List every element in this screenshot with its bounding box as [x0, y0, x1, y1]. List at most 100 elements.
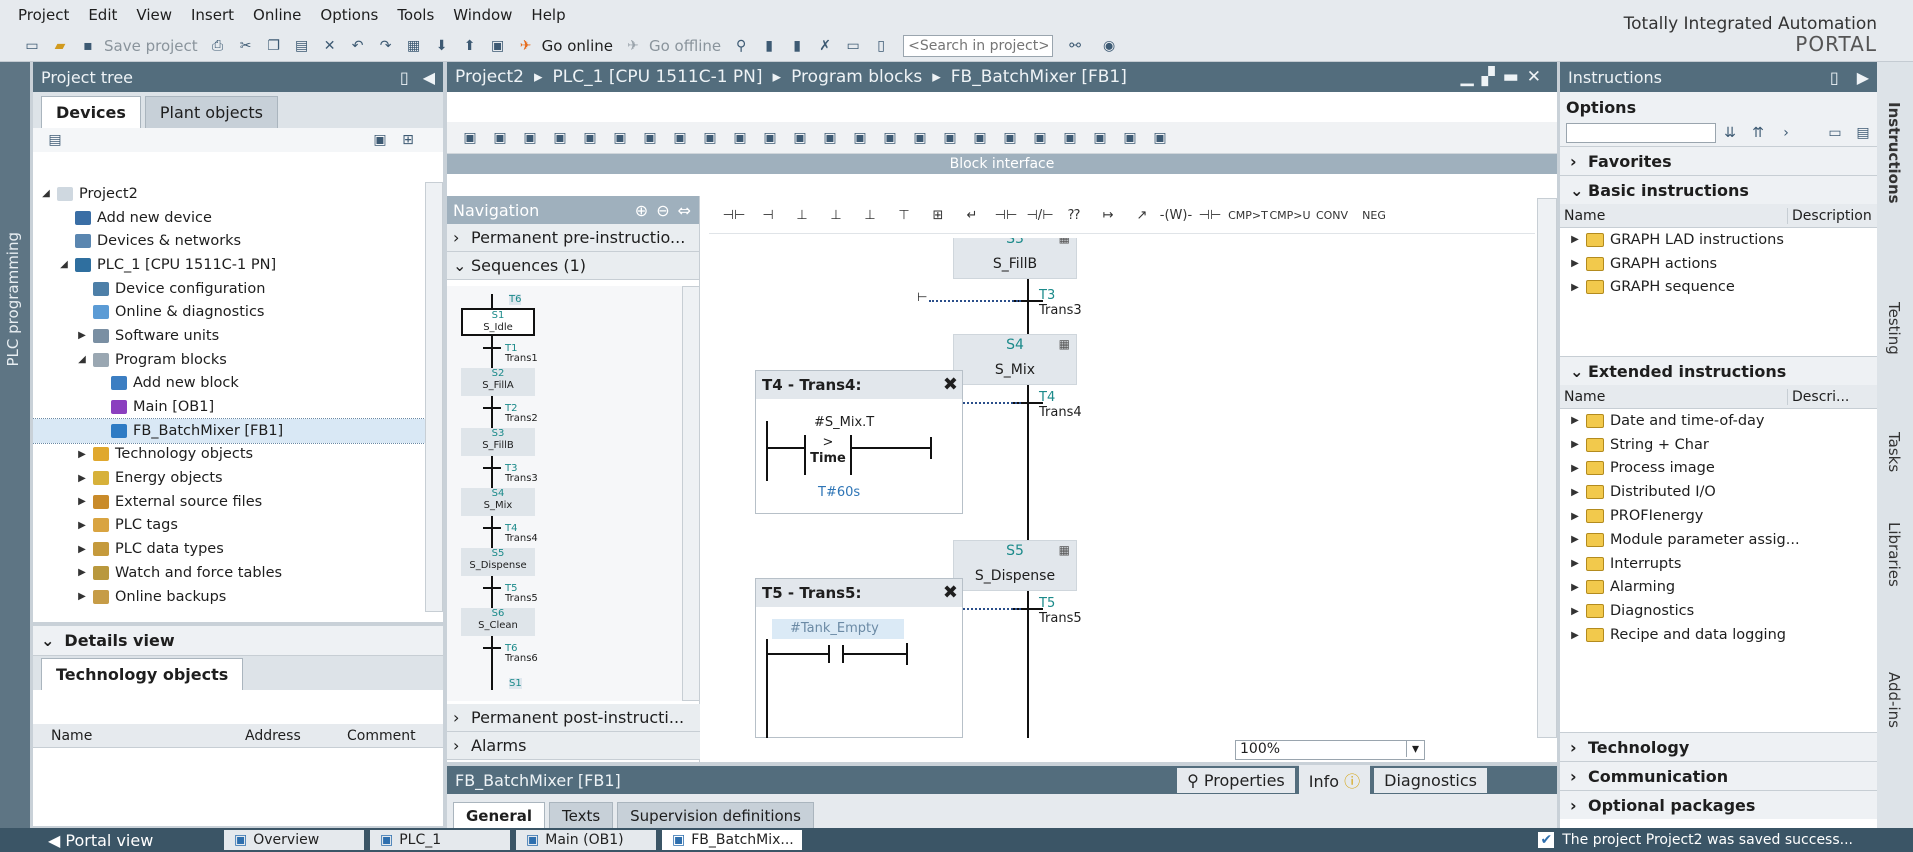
monitor-icon[interactable]: ▣ [1031, 129, 1049, 147]
nav-step[interactable]: S4 S_Mix [461, 488, 535, 516]
negated-contact-icon[interactable]: ⊣/⊢ [1023, 208, 1057, 223]
nav-transition[interactable]: T4 Trans4 [483, 524, 538, 544]
tree-item[interactable]: Add new block [33, 372, 425, 396]
instruction-folder[interactable]: ▶ PROFIenergy [1560, 504, 1877, 528]
ext-col-name[interactable]: Name [1560, 388, 1788, 405]
cross-reference-icon[interactable]: ✗ [816, 37, 834, 55]
compare-operand[interactable]: #S_Mix.T [814, 415, 874, 430]
wait-icon[interactable]: -(W)- [1159, 208, 1193, 223]
basic-col-desc[interactable]: Description [1788, 208, 1872, 224]
jump-icon[interactable]: ↦ [1091, 208, 1125, 223]
project-search-input[interactable] [903, 34, 1054, 57]
menu-view[interactable]: View [136, 6, 172, 24]
stop-icon[interactable]: ▣ [761, 129, 779, 147]
canvas-scrollbar[interactable] [1537, 198, 1557, 738]
menu-tools[interactable]: Tools [397, 6, 434, 24]
transition-label[interactable]: T5 Trans5 [1039, 596, 1082, 626]
menu-options[interactable]: Options [320, 6, 378, 24]
collapsed-icon[interactable]: ▶ [1568, 258, 1582, 269]
ext-col-desc[interactable]: Descri... [1788, 389, 1849, 405]
nav-permanent-post[interactable]: › Permanent post-instructi... [447, 704, 700, 732]
upload-icon[interactable]: ⬆ [461, 37, 479, 55]
nav-transition[interactable]: T5 Trans5 [483, 584, 538, 604]
pin-icon[interactable]: ▯ [1830, 68, 1839, 87]
instruction-folder[interactable]: ▶ Recipe and data logging [1560, 623, 1877, 647]
go-offline-button[interactable]: Go offline [649, 37, 721, 55]
col-comment[interactable]: Comment [341, 728, 416, 744]
nav-alarms[interactable]: › Alarms [447, 732, 700, 760]
nav-step[interactable]: S5 S_Dispense [461, 548, 535, 576]
unknown-box-icon[interactable]: ⁇ [1057, 208, 1091, 223]
grid-icon[interactable]: ▦ [1059, 543, 1070, 557]
menu-insert[interactable]: Insert [191, 6, 234, 24]
empty-box-icon[interactable]: ⊥ [785, 208, 819, 223]
close-window-icon[interactable]: ✖ [943, 371, 958, 399]
tab-devices[interactable]: Devices [41, 96, 141, 128]
collapsed-icon[interactable]: ▶ [1568, 630, 1582, 641]
breadcrumb-item[interactable]: Project2 [455, 67, 524, 87]
breadcrumb-item[interactable]: PLC_1 [CPU 1511C-1 PN] [553, 67, 763, 87]
save-project-button[interactable]: Save project [104, 37, 198, 55]
tab-general[interactable]: General [453, 802, 545, 829]
glasses-icon[interactable]: ▣ [1151, 129, 1169, 147]
add-icon[interactable]: ⊞ [399, 131, 417, 149]
tree-item[interactable]: ▶ Software units [33, 324, 425, 348]
download-icon[interactable]: ⬇ [433, 37, 451, 55]
communication-section[interactable]: › Communication [1560, 761, 1877, 790]
redo-icon[interactable]: ↷ [377, 37, 395, 55]
info-tab[interactable]: Info ⓘ [1298, 765, 1371, 795]
collapse-icon[interactable]: ▣ [941, 129, 959, 147]
tree-item[interactable]: Main [OB1] [33, 395, 425, 419]
optional-packages-section[interactable]: › Optional packages [1560, 790, 1877, 819]
download-icon[interactable]: ▣ [1091, 129, 1109, 147]
contact-operand[interactable]: #Tank_Empty [772, 619, 904, 639]
tree-item[interactable]: ▶ External source files [33, 490, 425, 514]
close-icon[interactable]: ✕ [1527, 67, 1549, 87]
right-tab-tasks[interactable]: Tasks [1885, 432, 1903, 472]
monitor-off-icon[interactable]: ▣ [1061, 129, 1079, 147]
transition-label[interactable]: T4 Trans4 [1039, 390, 1082, 420]
col-address[interactable]: Address [239, 728, 341, 744]
menu-online[interactable]: Online [253, 6, 301, 24]
open-project-icon[interactable]: ▰ [51, 37, 69, 55]
nav-transition[interactable]: T2 Trans2 [483, 404, 538, 424]
tree-item[interactable]: ▶ PLC tags [33, 514, 425, 538]
contact-icon[interactable]: ⊣⊢ [989, 208, 1023, 223]
collapse-right-icon[interactable]: ▶ [1857, 68, 1869, 87]
interface-icon[interactable]: ▣ [551, 129, 569, 147]
close-branch-icon[interactable]: ▣ [701, 129, 719, 147]
instruction-folder[interactable]: ▶ String + Char [1560, 433, 1877, 457]
nav-step[interactable]: S6 S_Clean [461, 608, 535, 636]
block-view-icon[interactable]: ▣ [491, 129, 509, 147]
tree-item[interactable]: Devices & networks [33, 229, 425, 253]
search-up-icon[interactable]: ⇈ [1749, 124, 1767, 142]
maximize-icon[interactable]: ▬ [1503, 67, 1527, 87]
t5-header[interactable]: T5 - Trans5: ✖ [756, 579, 962, 607]
step-contact-icon[interactable]: ⊣⊢ [1193, 208, 1227, 223]
normally-closed-contact-icon[interactable]: ⊣ [751, 208, 785, 223]
tree-scrollbar[interactable] [425, 182, 443, 612]
stop-cpu-icon[interactable]: ▮ [788, 37, 806, 55]
assistant-icon[interactable]: ◉ [1094, 37, 1124, 55]
right-tab-instructions[interactable]: Instructions [1885, 102, 1903, 204]
open-branch-icon[interactable]: ⊥ [819, 208, 853, 223]
favorite-icon[interactable]: ▣ [1001, 129, 1019, 147]
compare-value[interactable]: T#60s [818, 485, 860, 500]
instruction-folder[interactable]: ▶ Date and time-of-day [1560, 409, 1877, 433]
graph-icon[interactable]: ▣ [521, 129, 539, 147]
left-side-tab[interactable]: PLC programming [0, 62, 30, 830]
collapsed-icon[interactable]: ▶ [1568, 282, 1582, 293]
instruction-folder[interactable]: ▶ Diagnostics [1560, 599, 1877, 623]
open-editor-tab[interactable]: ▣ PLC_1 [370, 830, 510, 850]
collapsed-icon[interactable]: ▶ [1568, 606, 1582, 617]
status-message[interactable]: ✔ The project Project2 was saved success.… [1538, 832, 1853, 848]
compare-box[interactable]: > Time [804, 435, 852, 475]
collapsed-icon[interactable]: ▶ [1568, 534, 1582, 545]
breadcrumb-item[interactable]: FB_BatchMixer [FB1] [951, 67, 1127, 87]
nav-permanent-pre[interactable]: › Permanent pre-instructio... [447, 224, 699, 252]
copy-icon[interactable]: ❐ [265, 37, 283, 55]
collapsed-icon[interactable]: ▶ [1568, 463, 1582, 474]
cut-icon[interactable]: ✂ [237, 37, 255, 55]
minimize-icon[interactable]: ▁ [1461, 67, 1482, 87]
nav-sequences[interactable]: ⌄ Sequences (1) [447, 252, 699, 280]
